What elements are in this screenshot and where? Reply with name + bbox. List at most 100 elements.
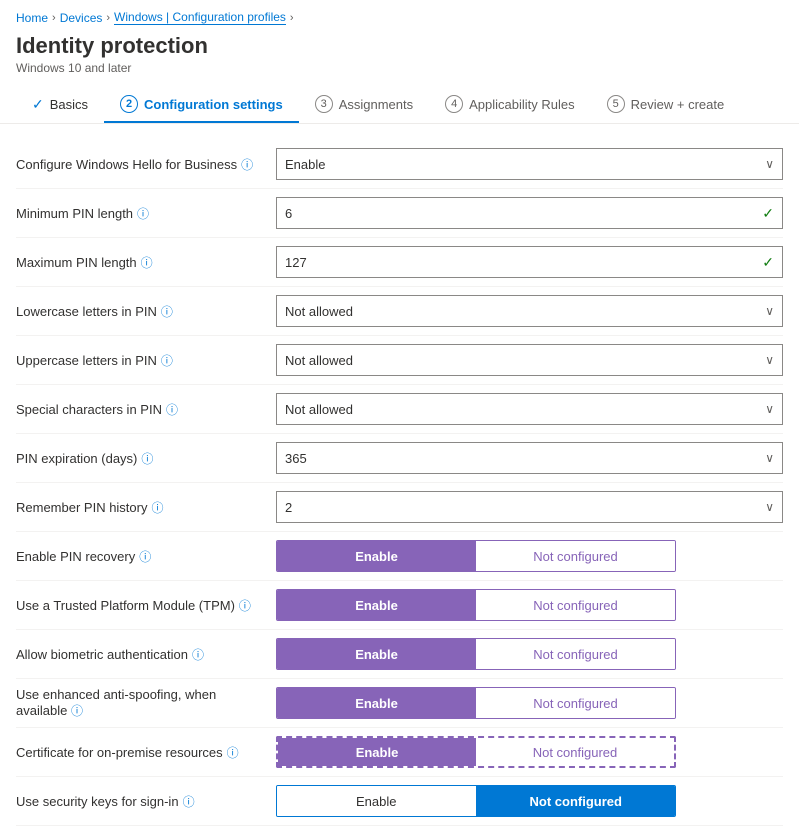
dropdown-lowercase[interactable]: Not allowed ∨ — [276, 295, 783, 327]
label-tpm: Use a Trusted Platform Module (TPM) ⓘ — [16, 597, 276, 614]
dropdown-uppercase[interactable]: Not allowed ∨ — [276, 344, 783, 376]
control-configure-hello: Enable ∨ — [276, 148, 783, 180]
control-recovery: Enable Not configured — [276, 540, 783, 572]
row-tpm: Use a Trusted Platform Module (TPM) ⓘ En… — [16, 581, 783, 630]
tab-config-label: Configuration settings — [144, 97, 283, 112]
info-lowercase[interactable]: ⓘ — [161, 303, 173, 320]
input-max-pin[interactable]: 127 ✓ — [276, 246, 783, 278]
tab-bar: ✓ Basics 2 Configuration settings 3 Assi… — [0, 87, 799, 124]
control-special: Not allowed ∨ — [276, 393, 783, 425]
info-uppercase[interactable]: ⓘ — [161, 352, 173, 369]
chevron-down-icon: ∨ — [765, 402, 774, 416]
chevron-down-icon: ∨ — [765, 500, 774, 514]
info-antispoofing[interactable]: ⓘ — [71, 704, 83, 718]
info-expiration[interactable]: ⓘ — [141, 450, 153, 467]
toggle-enable-biometric[interactable]: Enable — [277, 639, 476, 669]
row-lowercase: Lowercase letters in PIN ⓘ Not allowed ∨ — [16, 287, 783, 336]
page-title: Identity protection — [0, 29, 799, 61]
label-recovery: Enable PIN recovery ⓘ — [16, 548, 276, 565]
info-max-pin[interactable]: ⓘ — [141, 254, 153, 271]
info-security-keys[interactable]: ⓘ — [183, 793, 195, 810]
label-antispoofing: Use enhanced anti-spoofing, when availab… — [16, 687, 276, 719]
label-max-pin: Maximum PIN length ⓘ — [16, 254, 276, 271]
dropdown-special[interactable]: Not allowed ∨ — [276, 393, 783, 425]
chevron-down-icon: ∨ — [765, 157, 774, 171]
tab-check-icon: ✓ — [32, 96, 44, 113]
label-configure-hello: Configure Windows Hello for Business ⓘ — [16, 156, 276, 173]
toggle-recovery: Enable Not configured — [276, 540, 676, 572]
toggle-enable-tpm[interactable]: Enable — [277, 590, 476, 620]
label-certificate: Certificate for on-premise resources ⓘ — [16, 744, 276, 761]
toggle-enable-security-keys[interactable]: Enable — [277, 786, 477, 816]
label-expiration: PIN expiration (days) ⓘ — [16, 450, 276, 467]
input-min-pin[interactable]: 6 ✓ — [276, 197, 783, 229]
control-antispoofing: Enable Not configured — [276, 687, 783, 719]
tab-applicability[interactable]: 4 Applicability Rules — [429, 87, 591, 123]
toggle-enable-recovery[interactable]: Enable — [277, 541, 476, 571]
row-special: Special characters in PIN ⓘ Not allowed … — [16, 385, 783, 434]
toggle-antispoofing: Enable Not configured — [276, 687, 676, 719]
control-uppercase: Not allowed ∨ — [276, 344, 783, 376]
breadcrumb-sep2: › — [106, 12, 110, 24]
breadcrumb-home[interactable]: Home — [16, 11, 48, 25]
info-biometric[interactable]: ⓘ — [192, 646, 204, 663]
chevron-down-icon: ∨ — [765, 451, 774, 465]
control-max-pin: 127 ✓ — [276, 246, 783, 278]
tab-assignments-label: Assignments — [339, 97, 413, 112]
label-special: Special characters in PIN ⓘ — [16, 401, 276, 418]
breadcrumb-config-profiles[interactable]: Windows | Configuration profiles — [114, 10, 286, 25]
breadcrumb-devices[interactable]: Devices — [60, 11, 103, 25]
page-subtitle: Windows 10 and later — [0, 61, 799, 87]
toggle-enable-antispoofing[interactable]: Enable — [277, 688, 476, 718]
control-security-keys: Enable Not configured — [276, 785, 783, 817]
dropdown-expiration[interactable]: 365 ∨ — [276, 442, 783, 474]
label-uppercase: Uppercase letters in PIN ⓘ — [16, 352, 276, 369]
row-recovery: Enable PIN recovery ⓘ Enable Not configu… — [16, 532, 783, 581]
row-antispoofing: Use enhanced anti-spoofing, when availab… — [16, 679, 783, 728]
toggle-notconfig-biometric[interactable]: Not configured — [476, 639, 675, 669]
tab-review-label: Review + create — [631, 97, 725, 112]
toggle-tpm: Enable Not configured — [276, 589, 676, 621]
check-icon-min-pin: ✓ — [762, 205, 774, 222]
info-min-pin[interactable]: ⓘ — [137, 205, 149, 222]
tab-basics[interactable]: ✓ Basics — [16, 88, 104, 123]
form-content: Configure Windows Hello for Business ⓘ E… — [0, 140, 799, 826]
toggle-notconfig-antispoofing[interactable]: Not configured — [476, 688, 675, 718]
info-tpm[interactable]: ⓘ — [239, 597, 251, 614]
dropdown-configure-hello[interactable]: Enable ∨ — [276, 148, 783, 180]
toggle-notconfig-security-keys[interactable]: Not configured — [477, 786, 676, 816]
toggle-biometric: Enable Not configured — [276, 638, 676, 670]
label-lowercase: Lowercase letters in PIN ⓘ — [16, 303, 276, 320]
check-icon-max-pin: ✓ — [762, 254, 774, 271]
row-configure-hello: Configure Windows Hello for Business ⓘ E… — [16, 140, 783, 189]
toggle-enable-certificate[interactable]: Enable — [278, 738, 476, 766]
label-min-pin: Minimum PIN length ⓘ — [16, 205, 276, 222]
toggle-certificate: Enable Not configured — [276, 736, 676, 768]
info-configure-hello[interactable]: ⓘ — [241, 156, 253, 173]
info-recovery[interactable]: ⓘ — [139, 548, 151, 565]
toggle-security-keys: Enable Not configured — [276, 785, 676, 817]
control-biometric: Enable Not configured — [276, 638, 783, 670]
tab-config[interactable]: 2 Configuration settings — [104, 87, 299, 123]
label-biometric: Allow biometric authentication ⓘ — [16, 646, 276, 663]
tab-basics-label: Basics — [50, 97, 88, 112]
control-expiration: 365 ∨ — [276, 442, 783, 474]
row-min-pin: Minimum PIN length ⓘ 6 ✓ — [16, 189, 783, 238]
label-security-keys: Use security keys for sign-in ⓘ — [16, 793, 276, 810]
dropdown-history[interactable]: 2 ∨ — [276, 491, 783, 523]
toggle-notconfig-tpm[interactable]: Not configured — [476, 590, 675, 620]
breadcrumb-sep3: › — [290, 12, 294, 24]
toggle-notconfig-certificate[interactable]: Not configured — [476, 738, 674, 766]
tab-assignments[interactable]: 3 Assignments — [299, 87, 429, 123]
row-history: Remember PIN history ⓘ 2 ∨ — [16, 483, 783, 532]
breadcrumb-sep1: › — [52, 12, 56, 24]
info-special[interactable]: ⓘ — [166, 401, 178, 418]
tab-review-number: 5 — [607, 95, 625, 113]
control-lowercase: Not allowed ∨ — [276, 295, 783, 327]
info-history[interactable]: ⓘ — [151, 499, 163, 516]
tab-review[interactable]: 5 Review + create — [591, 87, 741, 123]
info-certificate[interactable]: ⓘ — [227, 744, 239, 761]
control-history: 2 ∨ — [276, 491, 783, 523]
row-max-pin: Maximum PIN length ⓘ 127 ✓ — [16, 238, 783, 287]
toggle-notconfig-recovery[interactable]: Not configured — [476, 541, 675, 571]
